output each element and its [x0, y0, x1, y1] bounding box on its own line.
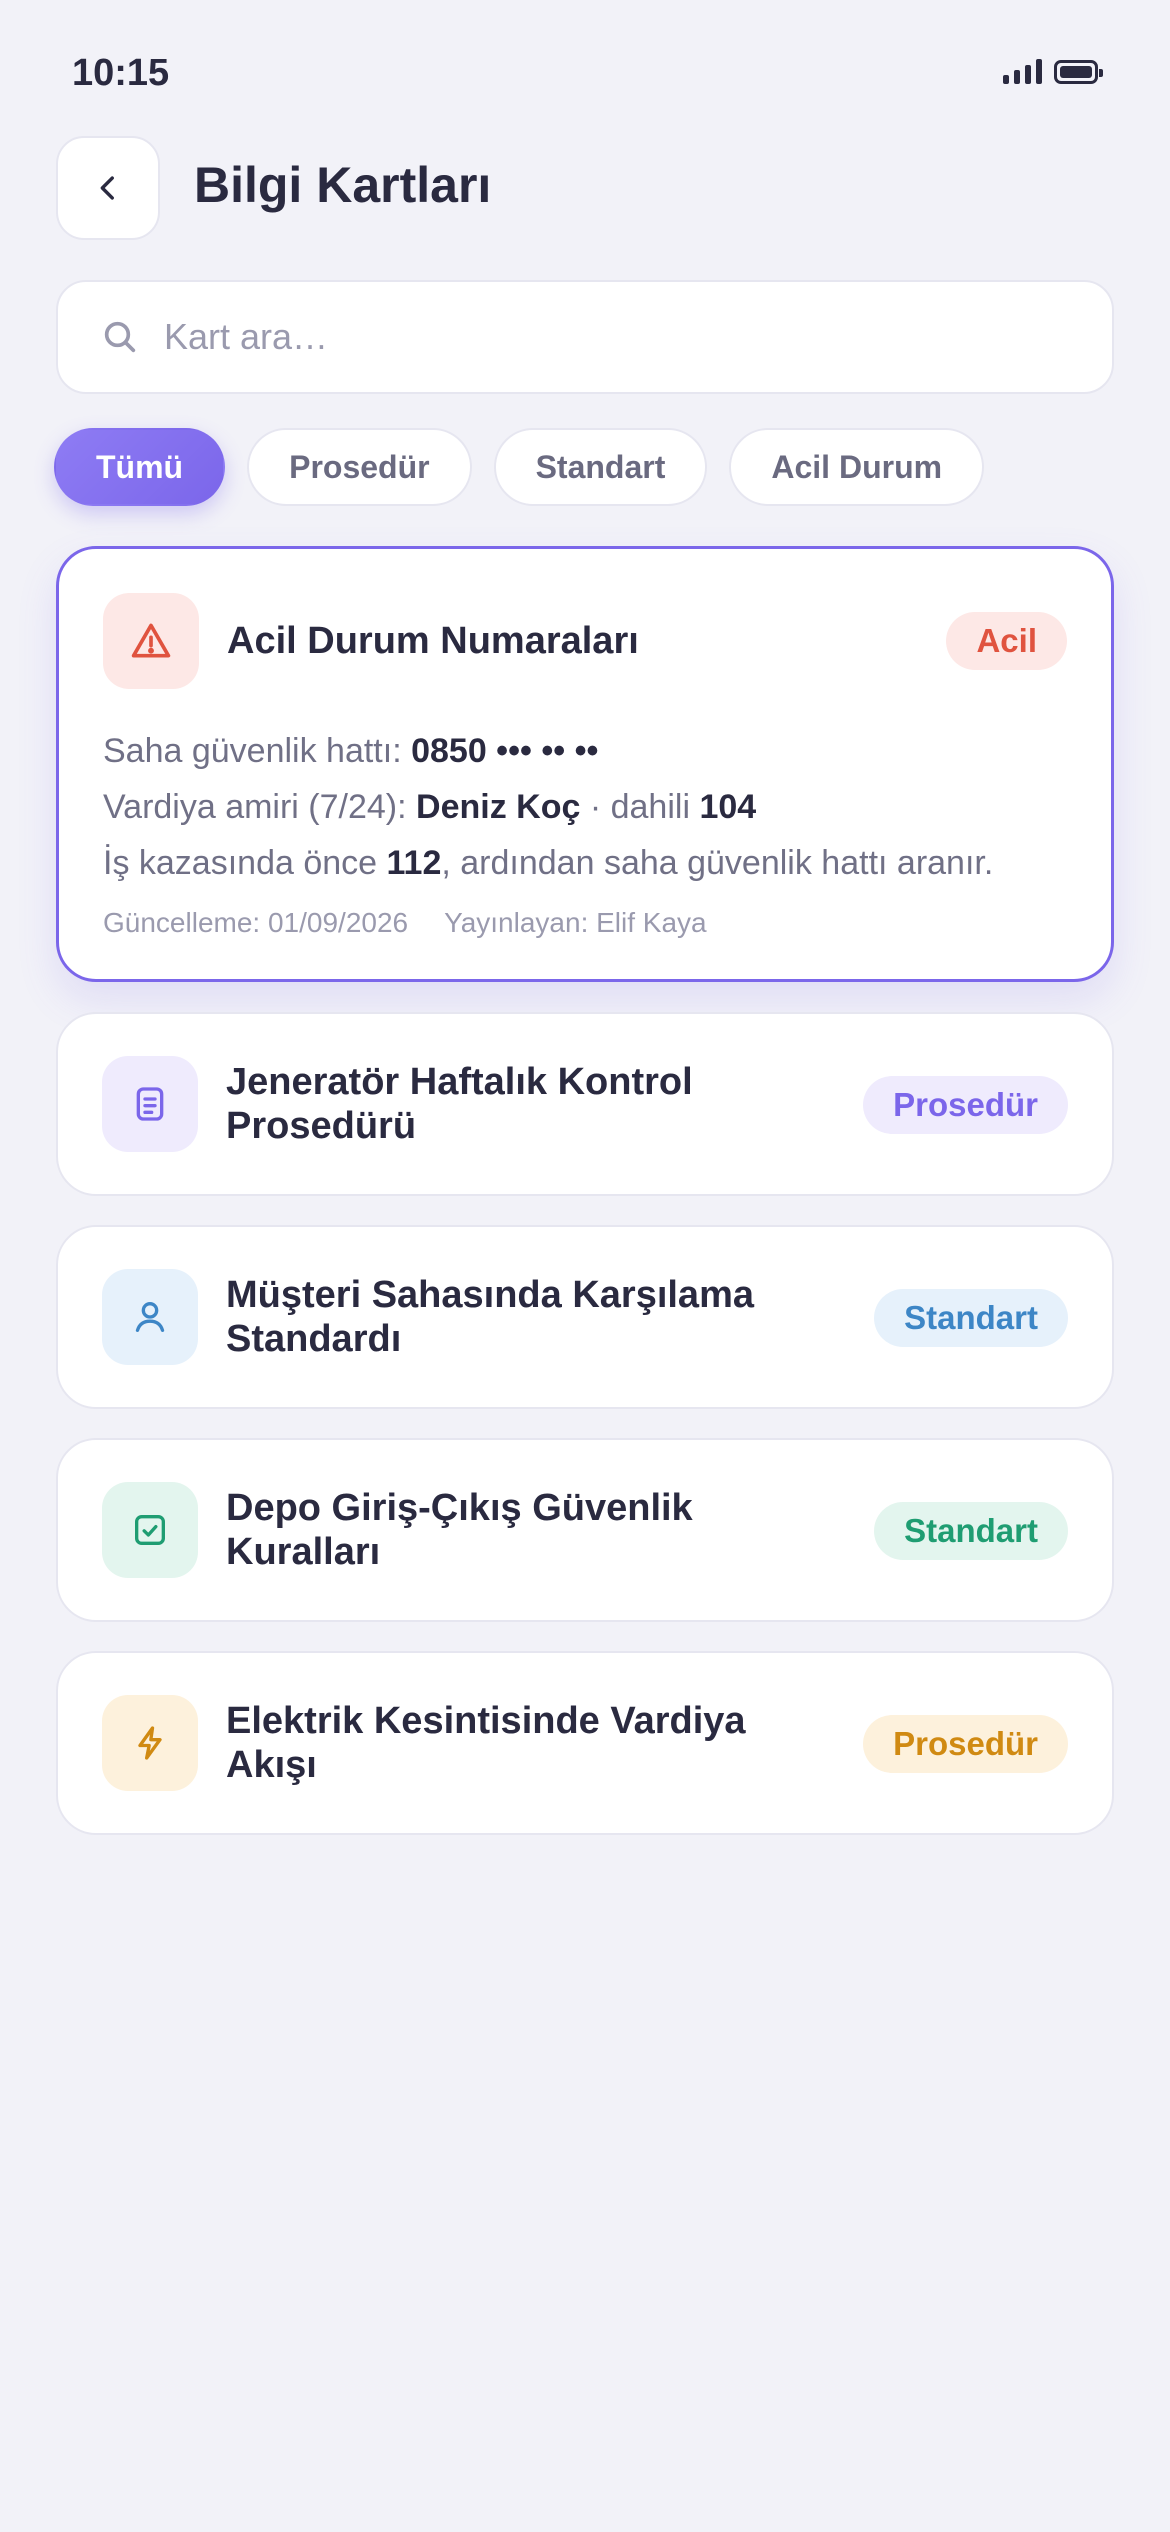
card-title: Müşteri Sahasında Karşılama Standardı [226, 1273, 754, 1361]
search-icon [104, 321, 136, 353]
document-icon [136, 1087, 164, 1121]
filter-chip-all[interactable]: Tümü [54, 428, 226, 506]
battery-icon [1054, 60, 1103, 84]
security-line-row: Saha güvenlik hattı: 0850 ••• •• •• [103, 723, 1067, 779]
card-icon-box [103, 593, 199, 689]
updated-date: Güncelleme: 01/09/2026 [103, 907, 409, 938]
card-title: Depo Giriş-Çıkış Güvenlik Kuralları [226, 1486, 693, 1574]
status-bar: 10:15 [0, 0, 1170, 140]
card-warehouse-security-rules[interactable]: Depo Giriş-Çıkış Güvenlik Kuralları Stan… [56, 1438, 1114, 1622]
card-generator-procedure[interactable]: Jeneratör Haftalık Kontrol Prosedürü Pro… [56, 1012, 1114, 1196]
accident-instruction-prefix: İş kazasında önce [103, 844, 387, 882]
card-title-line: Elektrik Kesintisinde Vardiya [226, 1700, 746, 1742]
accident-instruction-row: İş kazasında önce 112, ardından saha güv… [103, 835, 1067, 891]
shift-supervisor-name: Deniz Koç [416, 788, 581, 826]
signal-icon [1003, 58, 1042, 84]
status-badge: Acil [946, 612, 1067, 670]
emergency-number: 112 [386, 844, 442, 882]
filter-chip-emergency[interactable]: Acil Durum [729, 428, 985, 506]
filter-chip-procedure[interactable]: Prosedür [247, 428, 472, 506]
card-title: Acil Durum Numaraları [227, 620, 639, 662]
card-meta: Güncelleme: 01/09/2026 Yayınlayan: Elif … [103, 907, 1067, 939]
search-input[interactable] [164, 316, 1044, 358]
back-button[interactable] [56, 136, 160, 240]
card-icon-box [102, 1269, 198, 1365]
user-icon [135, 1302, 165, 1332]
publisher: Yayınlayan: Elif Kaya [444, 907, 707, 938]
card-body: Saha güvenlik hattı: 0850 ••• •• •• Vard… [103, 723, 1067, 939]
status-icons [1003, 58, 1103, 84]
page-title: Bilgi Kartları [194, 157, 492, 213]
search-bar[interactable] [56, 280, 1114, 394]
card-icon-box [102, 1482, 198, 1578]
extension-number: 104 [699, 788, 757, 826]
card-customer-greeting-standard[interactable]: Müşteri Sahasında Karşılama Standardı St… [56, 1225, 1114, 1409]
category-badge: Standart [874, 1502, 1068, 1560]
status-time: 10:15 [72, 52, 170, 94]
card-power-outage-flow[interactable]: Elektrik Kesintisinde Vardiya Akışı Pros… [56, 1651, 1114, 1835]
card-title-line: Akışı [226, 1744, 317, 1786]
accident-instruction-suffix: , ardından saha güvenlik hattı aranır. [441, 844, 994, 882]
warning-icon [131, 623, 171, 658]
category-badge: Prosedür [863, 1076, 1068, 1134]
chevron-left-icon [100, 176, 114, 200]
card-emergency-numbers[interactable]: Acil Durum Numaraları Acil Saha güvenlik… [56, 546, 1114, 982]
card-title-line: Depo Giriş-Çıkış Güvenlik [226, 1487, 693, 1529]
screen: 10:15 Bilgi Kartları Tümü Prosedür Stand… [0, 0, 1170, 2532]
card-title-line: Kuralları [226, 1531, 381, 1573]
security-line-number: 0850 ••• •• •• [411, 732, 599, 770]
card-title-line: Prosedürü [226, 1105, 417, 1147]
filter-chip-standard[interactable]: Standart [493, 428, 708, 506]
category-badge: Standart [874, 1289, 1068, 1347]
card-icon-box [102, 1056, 198, 1152]
shift-supervisor-row: Vardiya amiri (7/24): Deniz Koç · dahili… [103, 779, 1067, 835]
card-title-line: Jeneratör Haftalık Kontrol [226, 1061, 693, 1103]
card-title-line: Müşteri Sahasında Karşılama [226, 1274, 754, 1316]
checkbox-icon [135, 1515, 165, 1545]
shift-supervisor-label: Vardiya amiri (7/24): [103, 788, 417, 826]
card-title-line: Standardı [226, 1318, 402, 1360]
card-title: Elektrik Kesintisinde Vardiya Akışı [226, 1699, 746, 1787]
category-badge: Prosedür [863, 1715, 1068, 1773]
security-line-label: Saha güvenlik hattı: [103, 732, 412, 770]
lightning-icon [138, 1726, 162, 1760]
card-title: Jeneratör Haftalık Kontrol Prosedürü [226, 1060, 693, 1148]
card-icon-box [102, 1695, 198, 1791]
extension-label: · dahili [580, 788, 700, 826]
filter-chips: Tümü Prosedür Standart Acil Durum [54, 428, 985, 506]
